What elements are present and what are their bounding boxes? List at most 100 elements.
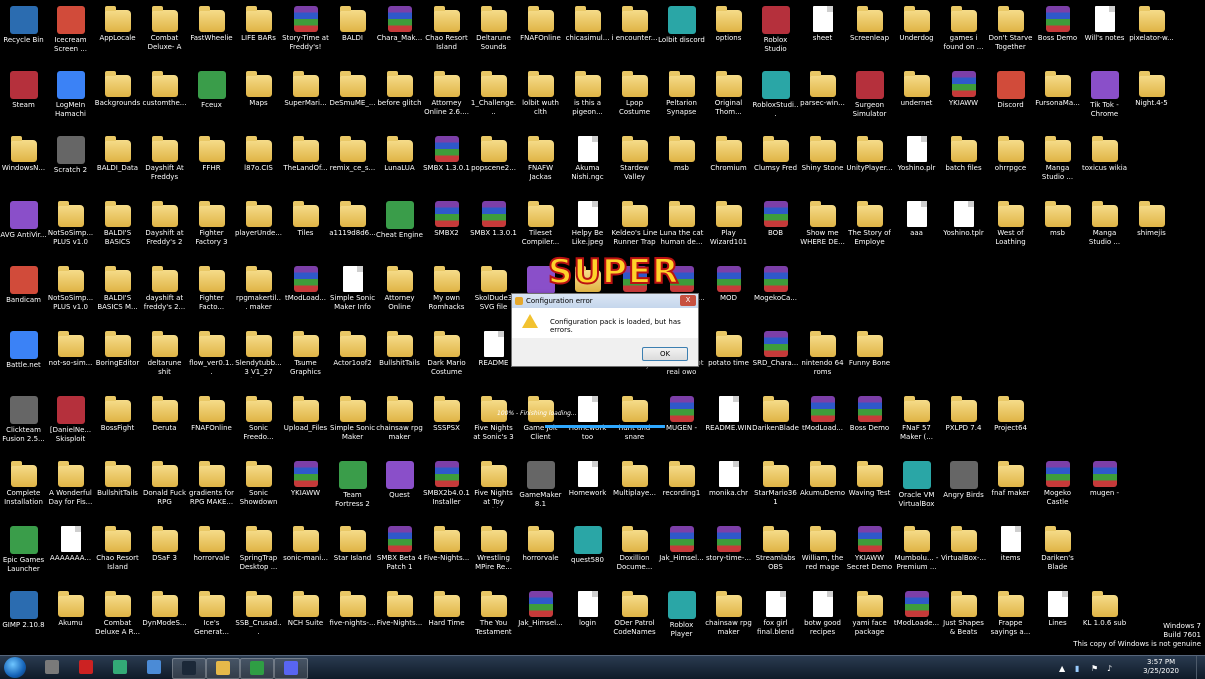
desktop-icon[interactable]: Dariken's Blade <box>1034 522 1081 584</box>
desktop-icon[interactable]: Five Nights at Sonic's 3 <box>470 392 517 454</box>
desktop-icon[interactable]: BullshitTails <box>376 327 423 389</box>
desktop-icon[interactable]: gradients for RPG MAKE... <box>188 457 235 519</box>
desktop-icon[interactable]: StarMario361 <box>752 457 799 519</box>
desktop-icon[interactable]: SMBX2 <box>423 197 470 259</box>
desktop-icon[interactable]: Clumsy Fred <box>752 132 799 194</box>
desktop-icon[interactable]: Scratch 2 <box>47 132 94 194</box>
desktop-icon[interactable]: login <box>564 587 611 649</box>
taskbar-chrome-button[interactable] <box>240 658 274 679</box>
desktop-icon[interactable]: Bandicam <box>0 262 47 324</box>
desktop-icon[interactable]: aaa <box>893 197 940 259</box>
desktop-icon[interactable]: Boss Demo <box>846 392 893 454</box>
desktop-icon[interactable]: SMBX 1.3.0.1 <box>470 197 517 259</box>
desktop-icon[interactable]: DeSmuME_... <box>329 67 376 129</box>
desktop-icon[interactable]: before glitch <box>376 67 423 129</box>
desktop-icon[interactable]: Jak_Himsel... <box>517 587 564 649</box>
desktop-icon[interactable]: a1119d8d6... <box>329 197 376 259</box>
desktop-icon[interactable]: AVG AntiVir... <box>0 197 47 259</box>
desktop-icon[interactable]: Story-Time at Freddy's! <box>282 2 329 64</box>
desktop-icon[interactable]: DarikenBlade <box>752 392 799 454</box>
show-desktop-button[interactable] <box>1196 656 1205 679</box>
desktop-icon[interactable]: Surgeon Simulator <box>846 67 893 129</box>
desktop-icon[interactable]: AppLocale <box>94 2 141 64</box>
desktop-icon[interactable]: Dayshift at Freddy's 2 <box>141 197 188 259</box>
desktop-icon[interactable]: Hard Time <box>423 587 470 649</box>
desktop-icon[interactable]: Don't Starve Together <box>987 2 1034 64</box>
desktop-icon[interactable]: customthe... <box>141 67 188 129</box>
desktop-icon[interactable]: MUGEN - <box>658 392 705 454</box>
desktop-icon[interactable]: Tiles <box>282 197 329 259</box>
desktop-icon[interactable]: Yoshino.plr <box>893 132 940 194</box>
desktop-icon[interactable]: My own Romhacks <box>423 262 470 324</box>
desktop-icon[interactable]: Slendytubb... 3 V1_27 (64... <box>235 327 282 389</box>
desktop-icon[interactable]: BALDI_Data <box>94 132 141 194</box>
desktop-icon[interactable]: SpringTrap Desktop ... <box>235 522 282 584</box>
desktop-icon[interactable]: Deltarune Sounds <box>470 2 517 64</box>
desktop-icon[interactable]: Keldeo's Line Runner Trap <box>611 197 658 259</box>
desktop-icon[interactable]: remix_ce_s... <box>329 132 376 194</box>
desktop-icon[interactable]: horrorvale <box>517 522 564 584</box>
desktop-icon[interactable]: DynModeS... <box>141 587 188 649</box>
desktop-icon[interactable]: not-so-sim... <box>47 327 94 389</box>
desktop-icon[interactable]: BullshitTails <box>94 457 141 519</box>
desktop-icon[interactable]: PXLPD 7.4 <box>940 392 987 454</box>
desktop-icon[interactable]: popscene2... <box>470 132 517 194</box>
desktop-icon[interactable]: SRD_Chara... <box>752 327 799 389</box>
desktop-icon[interactable]: tModLoad... <box>282 262 329 324</box>
desktop-icon[interactable]: NCH Suite <box>282 587 329 649</box>
desktop-icon[interactable]: options <box>705 2 752 64</box>
desktop-icon[interactable]: Homework too <box>564 392 611 454</box>
desktop-icon[interactable]: potato time <box>705 327 752 389</box>
desktop-icon[interactable]: Tsume Graphics <box>282 327 329 389</box>
desktop-icon[interactable]: MogekoCa... <box>752 262 799 324</box>
desktop-icon[interactable]: Five Nights at Toy Freddy's <box>470 457 517 519</box>
network-icon[interactable]: ▮ <box>1075 664 1079 673</box>
desktop-icon[interactable]: batch files <box>940 132 987 194</box>
taskbar-steam-button[interactable] <box>172 658 206 679</box>
desktop-icon[interactable]: Boss Demo <box>1034 2 1081 64</box>
desktop-icon[interactable]: Multiplaye... <box>611 457 658 519</box>
desktop-icon[interactable]: Icecream Screen ... <box>47 2 94 64</box>
desktop-icon[interactable]: Project64 <box>987 392 1034 454</box>
desktop-icon[interactable]: dayshift at freddy's 2... <box>141 262 188 324</box>
desktop-icon[interactable]: Just Shapes & Beats <box>940 587 987 649</box>
desktop-icon[interactable]: Mogeko Castle <box>1034 457 1081 519</box>
desktop-icon[interactable]: Play Wizard101 <box>705 197 752 259</box>
desktop-icon[interactable]: Combat Deluxe A R... <box>94 587 141 649</box>
desktop-icon[interactable]: Fighter Facto... <box>188 262 235 324</box>
desktop-icon[interactable]: Dayshift At Freddys <box>141 132 188 194</box>
desktop-icon[interactable]: games i found on ... <box>940 2 987 64</box>
desktop-icon[interactable]: NotSoSimp... PLUS v1.0 <box>47 262 94 324</box>
desktop-icon[interactable]: SMBX 1.3.0.1 <box>423 132 470 194</box>
desktop-icon[interactable]: Donald Fuck RPG <box>141 457 188 519</box>
desktop-icon[interactable]: FursonaMa... <box>1034 67 1081 129</box>
taskbar-red-ball-button[interactable] <box>70 658 102 677</box>
desktop-icon[interactable]: Roblox Studio <box>752 2 799 64</box>
dialog-titlebar[interactable]: Configuration error X <box>512 294 698 308</box>
clock[interactable]: 3:57 PM 3/25/2020 <box>1143 658 1179 676</box>
desktop-icon[interactable]: BossFight <box>94 392 141 454</box>
desktop-icon[interactable]: tModLoade... <box>893 587 940 649</box>
desktop-icon[interactable]: sheet <box>799 2 846 64</box>
desktop-icon[interactable]: YKIAWW <box>282 457 329 519</box>
desktop-icon[interactable]: rpgmakertil... maker <box>235 262 282 324</box>
desktop-icon[interactable]: five-nights-... <box>329 587 376 649</box>
dialog-ok-button[interactable]: OK <box>642 347 688 361</box>
desktop-icon[interactable]: botw good recipes <box>799 587 846 649</box>
desktop-icon[interactable]: Stardew Valley <box>611 132 658 194</box>
desktop-icon[interactable]: Streamlabs OBS <box>752 522 799 584</box>
desktop-icon[interactable]: LunaLUA <box>376 132 423 194</box>
desktop-icon[interactable]: Lolbit discord <box>658 2 705 64</box>
desktop-icon[interactable]: Game Jolt Client <box>517 392 564 454</box>
desktop-icon[interactable]: FFHR <box>188 132 235 194</box>
desktop-icon[interactable]: FNAFW Jackas <box>517 132 564 194</box>
desktop-icon[interactable]: Waving Test <box>846 457 893 519</box>
desktop-icon[interactable]: Funny Bone <box>846 327 893 389</box>
desktop-icon[interactable]: Recycle Bin <box>0 2 47 64</box>
desktop-icon[interactable]: Luna the cat human de... <box>658 197 705 259</box>
volume-icon[interactable]: ♪ <box>1107 664 1112 673</box>
desktop-icon[interactable]: Backgrounds <box>94 67 141 129</box>
desktop-icon[interactable]: William, the red mage <box>799 522 846 584</box>
desktop-icon[interactable]: undernet <box>893 67 940 129</box>
desktop-icon[interactable]: FNAFOnline <box>188 392 235 454</box>
